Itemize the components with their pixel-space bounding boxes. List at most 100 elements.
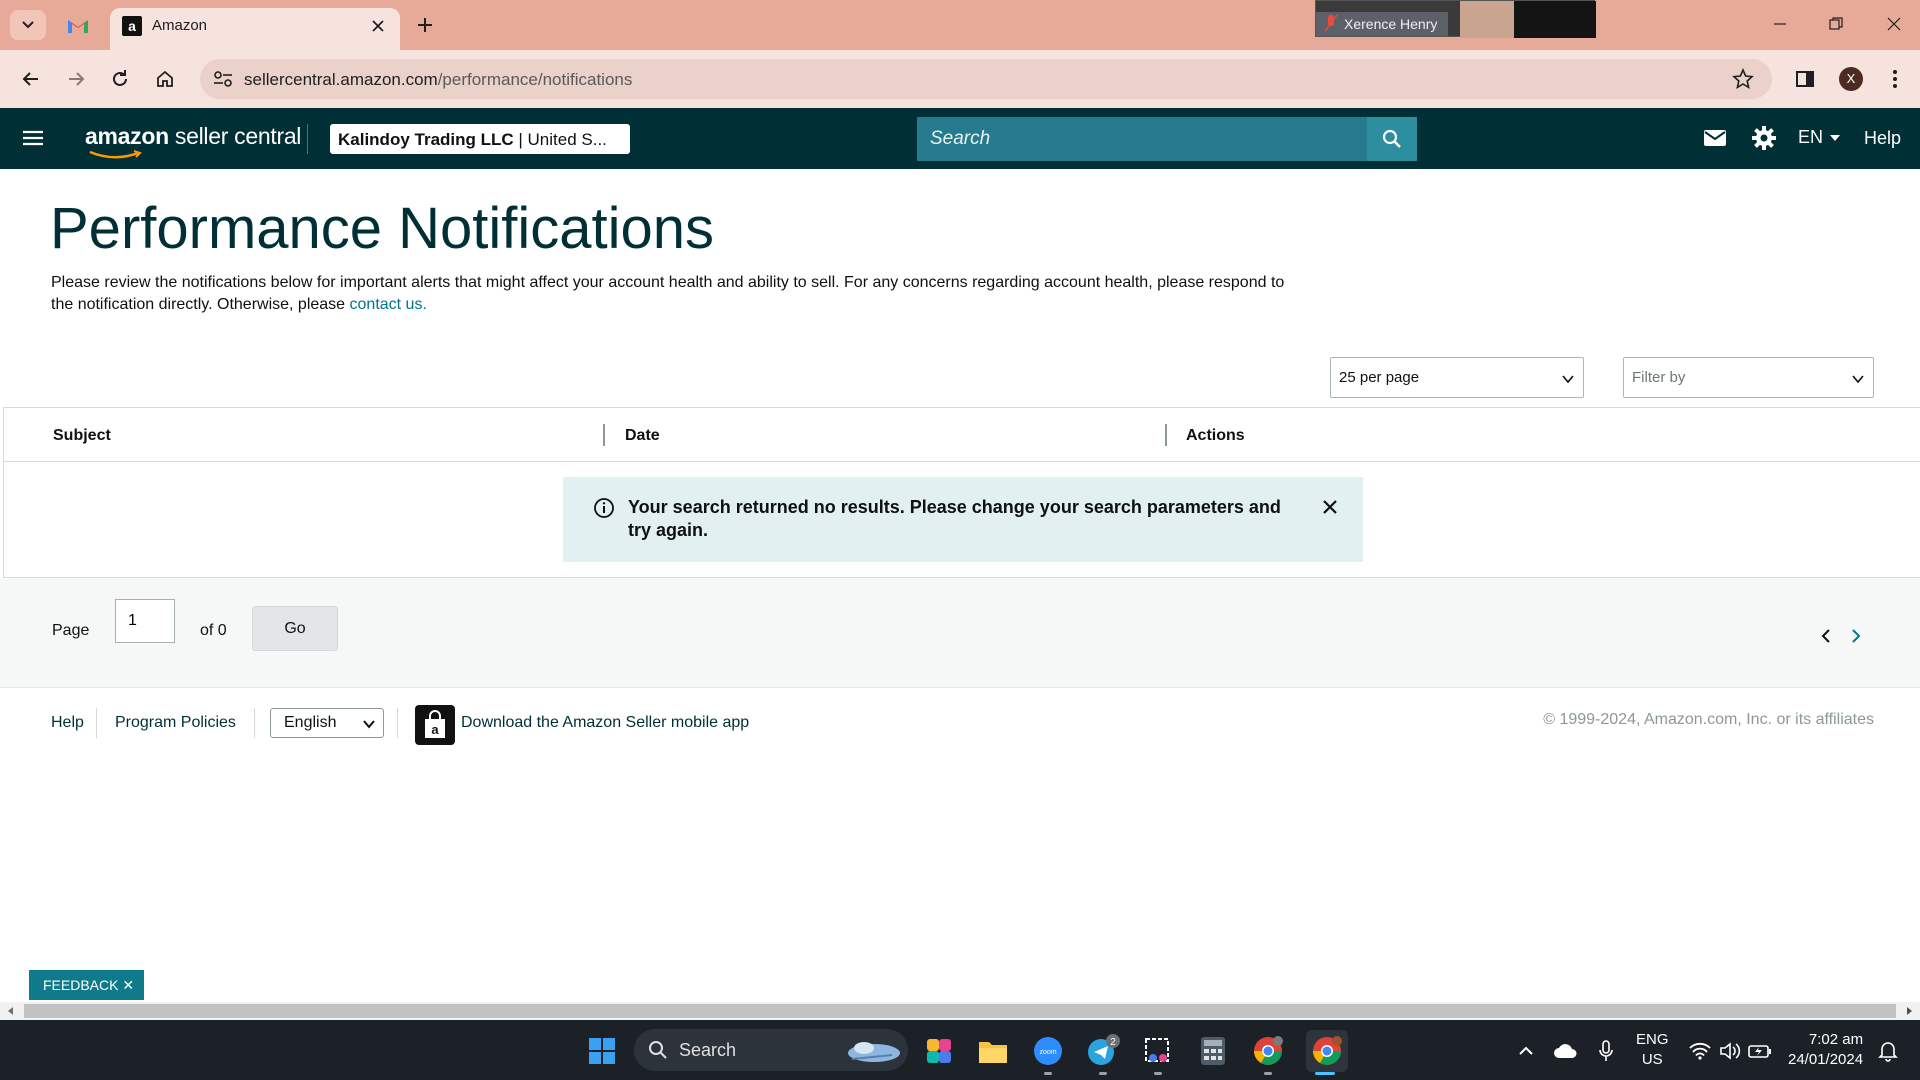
svg-text:zoom: zoom	[1039, 1049, 1056, 1056]
alert-message: Your search returned no results. Please …	[628, 497, 1281, 540]
back-button[interactable]	[16, 64, 46, 94]
contact-us-link[interactable]: contact us.	[350, 296, 427, 313]
svg-text:a: a	[431, 722, 439, 737]
microphone-tray[interactable]	[1589, 1034, 1623, 1068]
gear-icon[interactable]	[1751, 125, 1777, 151]
go-button[interactable]: Go	[252, 606, 338, 651]
search-input[interactable]	[917, 117, 1367, 161]
mic-muted-icon	[1324, 14, 1338, 32]
chevron-down-icon	[1852, 375, 1864, 384]
clock-time: 7:02 am	[1808, 1031, 1864, 1048]
page-number-input[interactable]	[115, 599, 175, 643]
mail-icon[interactable]	[1703, 128, 1727, 148]
amazon-smile-icon	[89, 150, 142, 159]
footer-help-link[interactable]: Help	[51, 714, 84, 732]
taskbar-search[interactable]: Search	[634, 1029, 908, 1071]
info-icon	[594, 498, 614, 518]
account-region: | United S...	[513, 130, 607, 149]
running-indicator	[1099, 1072, 1107, 1075]
feedback-button[interactable]: FEEDBACK ✕	[29, 970, 144, 1000]
restore-button[interactable]	[1816, 8, 1856, 40]
search-button[interactable]	[1367, 117, 1417, 161]
column-header-subject[interactable]: Subject	[53, 427, 111, 445]
intro-text: Please review the notifications below fo…	[51, 274, 1285, 313]
side-panel-button[interactable]	[1790, 64, 1820, 94]
taskbar-zoom[interactable]: zoom	[1031, 1034, 1065, 1068]
download-app-link[interactable]: Download the Amazon Seller mobile app	[461, 714, 749, 732]
taskbar-snipping-tool[interactable]	[1141, 1034, 1175, 1068]
footer-language-value: English	[284, 714, 337, 731]
tab-list-button[interactable]	[10, 10, 46, 40]
taskbar-copilot[interactable]	[922, 1034, 956, 1068]
new-tab-button[interactable]	[412, 12, 438, 38]
home-button[interactable]	[150, 64, 180, 94]
taskbar-chrome-profile-1[interactable]	[1251, 1034, 1285, 1068]
footer-divider	[397, 708, 398, 738]
volume-tray[interactable]	[1713, 1034, 1747, 1068]
horizontal-scrollbar[interactable]	[0, 1002, 1920, 1020]
shopping-bag-icon: a	[425, 710, 445, 738]
account-switcher[interactable]: Kalindoy Trading LLC | United S...	[330, 124, 630, 154]
chevron-left-icon[interactable]	[1818, 627, 1834, 645]
start-button[interactable]	[585, 1034, 619, 1068]
chevron-down-icon	[1562, 375, 1574, 384]
input-language-indicator[interactable]: ENG US	[1636, 1030, 1669, 1070]
minimize-button[interactable]	[1760, 8, 1800, 40]
language-selector[interactable]: EN	[1798, 127, 1841, 148]
chevron-right-icon[interactable]	[1848, 627, 1864, 645]
scrollbar-thumb[interactable]	[24, 1004, 1896, 1018]
wifi-tray[interactable]	[1683, 1034, 1717, 1068]
caret-down-icon	[1830, 134, 1841, 141]
taskbar-calculator[interactable]	[1196, 1034, 1230, 1068]
active-indicator	[1315, 1072, 1335, 1075]
column-header-date[interactable]: Date	[625, 427, 660, 445]
page-intro: Please review the notifications below fo…	[51, 272, 1301, 316]
onedrive-tray[interactable]	[1548, 1034, 1582, 1068]
scroll-left-icon[interactable]	[6, 1006, 16, 1016]
page-title: Performance Notifications	[50, 196, 715, 261]
video-background	[1514, 1, 1596, 38]
microphone-icon	[1599, 1040, 1613, 1061]
footer-language-select[interactable]: English	[270, 708, 384, 738]
close-icon	[1887, 17, 1901, 31]
show-hidden-icons-button[interactable]	[1509, 1034, 1543, 1068]
bookmark-star-icon[interactable]	[1732, 68, 1754, 90]
browser-tab-bar: a Amazon Xerence Henry	[0, 0, 1920, 50]
site-info-icon[interactable]	[210, 67, 236, 91]
header-help-link[interactable]: Help	[1864, 128, 1901, 149]
taskbar-chrome-profile-2[interactable]	[1306, 1030, 1348, 1072]
copilot-icon	[927, 1039, 951, 1063]
taskbar-file-explorer[interactable]	[976, 1034, 1010, 1068]
filter-select[interactable]: Filter by	[1623, 357, 1874, 398]
notifications-tray[interactable]	[1871, 1034, 1905, 1068]
forward-button[interactable]	[61, 64, 91, 94]
gmail-tab[interactable]	[60, 12, 96, 38]
speaker-icon	[1720, 1042, 1741, 1060]
running-indicator	[1154, 1072, 1162, 1075]
seller-central-logo[interactable]: amazon seller central	[85, 123, 301, 150]
amazon-seller-app-icon[interactable]: a	[415, 705, 455, 745]
chevron-down-icon	[22, 21, 34, 29]
tab-amazon[interactable]: a Amazon	[110, 8, 400, 50]
hamburger-menu-icon[interactable]	[20, 126, 46, 150]
no-results-alert: Your search returned no results. Please …	[563, 477, 1363, 562]
reload-button[interactable]	[105, 64, 135, 94]
side-panel-icon	[1796, 71, 1814, 87]
address-bar[interactable]: sellercentral.amazon.com/performance/not…	[200, 59, 1772, 99]
video-call-overlay[interactable]: Xerence Henry	[1315, 0, 1596, 38]
program-policies-link[interactable]: Program Policies	[115, 714, 236, 732]
scroll-right-icon[interactable]	[1904, 1006, 1914, 1016]
taskbar-telegram[interactable]: 2	[1086, 1034, 1120, 1068]
close-tab-button[interactable]	[368, 16, 388, 36]
tab-title: Amazon	[152, 17, 208, 34]
browser-menu-button[interactable]	[1880, 64, 1910, 94]
per-page-select[interactable]: 25 per page	[1330, 357, 1584, 398]
taskbar-clock[interactable]: 7:02 am 24/01/2024	[1788, 1030, 1863, 1070]
close-window-button[interactable]	[1874, 8, 1914, 40]
battery-tray[interactable]	[1743, 1034, 1777, 1068]
profile-avatar[interactable]: X	[1839, 67, 1863, 91]
close-icon[interactable]	[1320, 497, 1340, 517]
column-divider	[1165, 424, 1167, 446]
home-icon	[157, 70, 173, 87]
url-text[interactable]: sellercentral.amazon.com/performance/not…	[244, 70, 632, 90]
